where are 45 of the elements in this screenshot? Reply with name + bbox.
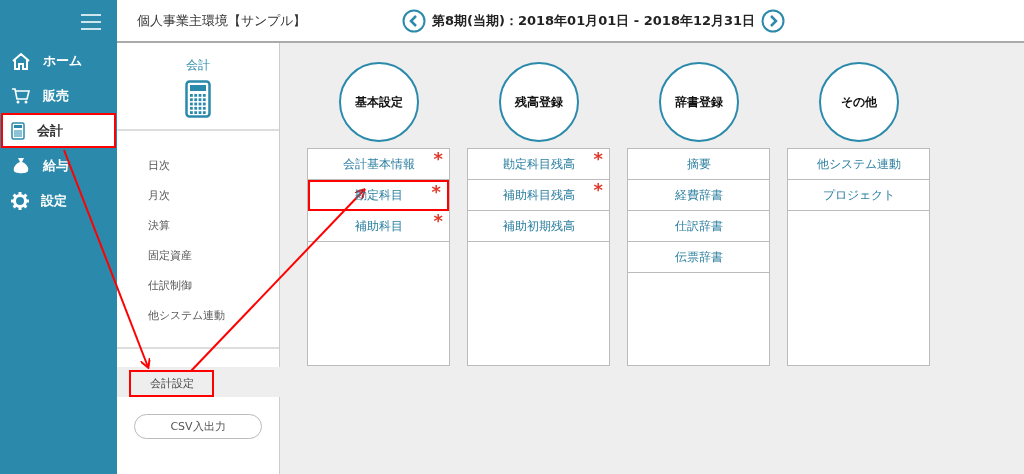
group-heading: 辞書登録	[658, 62, 739, 142]
next-icon[interactable]	[761, 8, 786, 33]
cart-icon	[11, 86, 31, 105]
money-bag-icon	[11, 155, 31, 176]
menu-item[interactable]: 月次	[148, 181, 279, 211]
menu-item[interactable]: 他システム連動	[148, 301, 279, 331]
menu-item[interactable]: 固定資産	[148, 241, 279, 271]
required-mark: *	[433, 212, 443, 230]
sidebar-item[interactable]: 会計	[1, 113, 116, 148]
required-mark: *	[431, 183, 441, 201]
setting-item[interactable]: プロジェクト	[788, 180, 929, 211]
calculator-icon	[11, 121, 25, 140]
calculator-icon	[185, 80, 211, 118]
required-mark: *	[433, 150, 443, 168]
required-mark: *	[593, 150, 603, 168]
sidebar-item[interactable]: 設定	[1, 183, 116, 218]
setting-item[interactable]: 会計基本情報 *	[308, 149, 449, 180]
setting-item[interactable]: 他システム連動	[788, 149, 929, 180]
group-heading: 残高登録	[498, 62, 579, 142]
sidebar-item[interactable]: 給与	[1, 148, 116, 183]
setting-item[interactable]: 摘要	[628, 149, 769, 180]
group-heading: 基本設定	[338, 62, 419, 142]
setting-item[interactable]: 補助科目残高 *	[468, 180, 609, 211]
settings-tab[interactable]: 会計設定	[129, 370, 214, 397]
group-heading: その他	[818, 62, 899, 142]
setting-item[interactable]: 勘定科目残高 *	[468, 149, 609, 180]
previous-icon[interactable]	[402, 8, 426, 33]
period-label: 第8期(当期)：2018年01月01日 - 2018年12月31日	[432, 11, 756, 30]
panel-heading: 会計	[186, 57, 210, 74]
menu-item[interactable]: 日次	[148, 151, 279, 181]
menu-item[interactable]: 仕訳制御	[148, 271, 279, 301]
csv-button[interactable]: CSV入出力	[134, 414, 262, 439]
sidebar-item[interactable]: ホーム	[1, 43, 116, 78]
menu-icon[interactable]	[81, 13, 101, 30]
setting-item[interactable]: 補助初期残高	[468, 211, 609, 242]
setting-item[interactable]: 補助科目 *	[308, 211, 449, 242]
home-icon	[11, 51, 31, 70]
menu-item[interactable]: 決算	[148, 211, 279, 241]
required-mark: *	[593, 181, 603, 199]
setting-item[interactable]: 経費辞書	[628, 180, 769, 211]
page-title: 個人事業主環境【サンプル】	[137, 11, 307, 30]
setting-item[interactable]: 仕訳辞書	[628, 211, 769, 242]
setting-item[interactable]: 伝票辞書	[628, 242, 769, 273]
sidebar-item[interactable]: 販売	[1, 78, 116, 113]
settings-icon	[11, 191, 29, 210]
